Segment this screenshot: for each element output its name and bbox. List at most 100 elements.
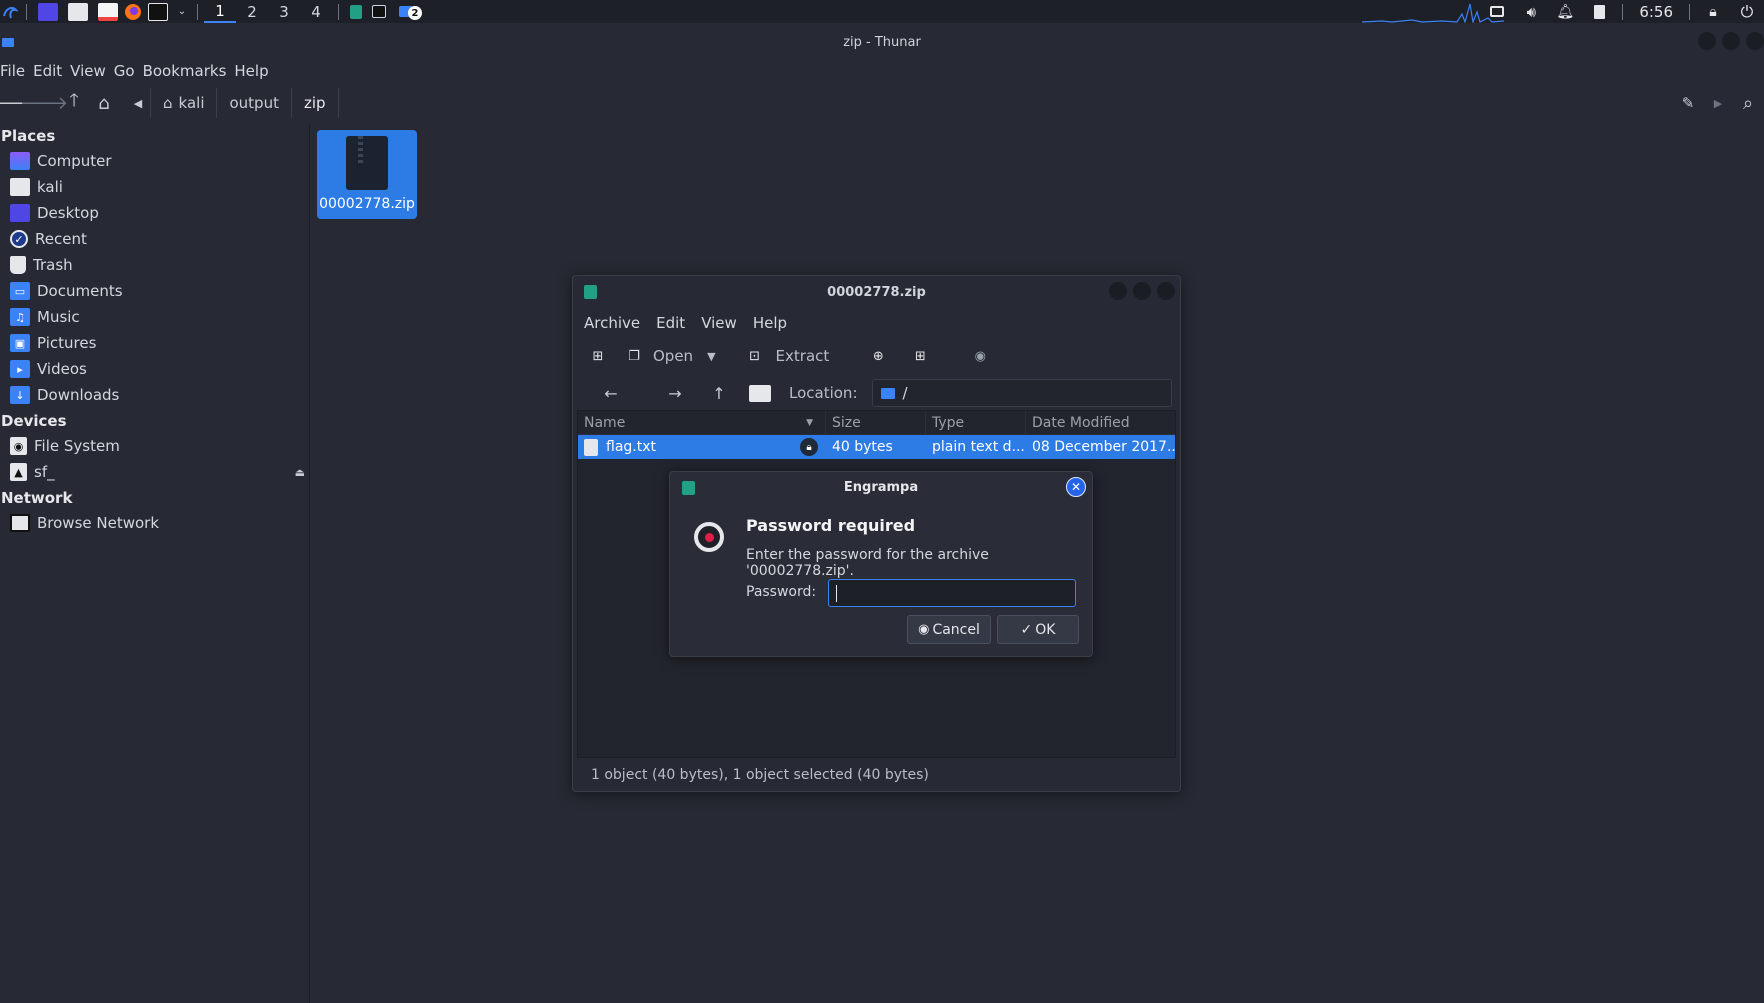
text-editor-launcher-icon[interactable] [93, 0, 123, 23]
kali-menu-icon[interactable] [0, 0, 20, 23]
sidebar-item-videos[interactable]: ▸ Videos [0, 356, 309, 382]
show-desktop-icon[interactable] [33, 0, 63, 23]
up-arrow-icon[interactable]: ↑ [699, 378, 739, 408]
power-manager-icon[interactable] [1582, 0, 1616, 23]
notification-bell-icon[interactable]: 🔔︎ [1548, 0, 1582, 23]
breadcrumb-kali[interactable]: ⌂ kali [150, 88, 216, 118]
workspace-2[interactable]: 2 [236, 0, 268, 23]
row-name-cell: flag.txt 🔒︎ [578, 435, 826, 459]
terminal-launcher-icon[interactable] [143, 0, 173, 23]
menu-bookmarks[interactable]: Bookmarks [143, 62, 235, 80]
menu-edit[interactable]: Edit [656, 314, 685, 332]
dialog-message: Enter the password for the archive '0000… [746, 547, 989, 579]
sidebar-item-file-system[interactable]: ◉ File System [0, 433, 309, 459]
taskbar-window-count-badge: 2 [408, 6, 422, 20]
edit-location-pencil-icon[interactable]: ✎ [1674, 89, 1702, 117]
up-arrow-icon[interactable]: 🡑 [60, 89, 88, 117]
sidebar-item-computer[interactable]: Computer [0, 148, 309, 174]
menu-edit[interactable]: Edit [33, 62, 70, 80]
taskbar-thunar-icon[interactable]: 2 [391, 0, 422, 23]
taskbar-terminal-icon[interactable] [367, 0, 391, 23]
password-lock-icon [694, 522, 724, 552]
add-folder-button[interactable]: ⊞ [909, 341, 931, 371]
forward-arrow-icon[interactable]: → [655, 378, 695, 408]
taskbar-engrampa-icon[interactable] [345, 0, 367, 23]
add-file-icon: ⊕ [872, 348, 884, 364]
close-button[interactable] [1746, 32, 1764, 50]
menu-help[interactable]: Help [234, 62, 276, 80]
launcher-dropdown-icon[interactable]: ⌄ [173, 0, 191, 23]
open-dropdown-button[interactable]: ▼ [707, 341, 715, 371]
sidebar-item-label: Browse Network [37, 514, 160, 532]
new-archive-button[interactable]: ⊞ [587, 341, 609, 371]
column-header-size[interactable]: Size [826, 410, 926, 435]
minimize-button[interactable] [1109, 282, 1127, 300]
workspace-3[interactable]: 3 [268, 0, 300, 23]
network-icon [10, 514, 30, 532]
thunar-titlebar[interactable]: zip - Thunar [0, 23, 1764, 61]
menu-file[interactable]: File [0, 62, 33, 80]
column-header-name[interactable]: Name ▼ [578, 410, 826, 435]
workspace-4[interactable]: 4 [300, 0, 332, 23]
volume-icon[interactable]: 🔊︎ [1514, 0, 1548, 23]
open-button[interactable]: ❐ Open [623, 341, 693, 371]
firefox-launcher-icon[interactable] [123, 0, 143, 23]
extract-button[interactable]: ⊡ Extract [744, 341, 829, 371]
stop-button[interactable]: ◉ [969, 341, 991, 371]
location-field[interactable]: / [871, 379, 1172, 407]
menu-go[interactable]: Go [114, 62, 143, 80]
menu-view[interactable]: View [70, 62, 114, 80]
menu-help[interactable]: Help [753, 314, 787, 332]
breadcrumb-left-chevron-icon[interactable]: ◀ [128, 89, 148, 117]
sidebar-item-sf[interactable]: ▲ sf_ ⏏ [0, 459, 309, 485]
engrampa-window-title: 00002778.zip [827, 284, 926, 300]
breadcrumb-right-chevron-icon[interactable]: ▶ [1704, 89, 1732, 117]
sidebar-item-documents[interactable]: ▭ Documents [0, 278, 309, 304]
menu-archive[interactable]: Archive [584, 314, 640, 332]
menu-view[interactable]: View [701, 314, 737, 332]
display-icon[interactable] [1480, 0, 1514, 23]
file-item-zip[interactable]: 00002778.zip [317, 130, 417, 219]
dialog-titlebar[interactable]: Engrampa ✕ [670, 472, 1092, 502]
checkmark-icon: ✓ [1020, 621, 1033, 638]
close-button[interactable] [1157, 282, 1175, 300]
add-files-button[interactable]: ⊕ [867, 341, 889, 371]
sidebar-item-music[interactable]: ♫ Music [0, 304, 309, 330]
sidebar-item-kali[interactable]: kali [0, 174, 309, 200]
back-arrow-icon[interactable]: ← [591, 378, 631, 408]
home-icon[interactable]: ⌂ [90, 89, 118, 117]
search-icon[interactable]: ⌕ [1734, 89, 1762, 117]
sidebar-item-downloads[interactable]: ↓ Downloads [0, 382, 309, 408]
row-size: 40 bytes [832, 439, 893, 455]
sidebar-item-label: Documents [37, 282, 123, 300]
password-input[interactable] [828, 579, 1076, 607]
eject-icon[interactable]: ⏏ [295, 466, 305, 479]
cancel-button[interactable]: ◉ Cancel [907, 615, 991, 644]
minimize-button[interactable] [1698, 32, 1716, 50]
dialog-close-icon[interactable]: ✕ [1066, 477, 1086, 497]
sidebar-item-label: File System [34, 437, 120, 455]
sidebar-item-recent[interactable]: ✓ Recent [0, 226, 309, 252]
table-row[interactable]: flag.txt 🔒︎ 40 bytes plain text d... 08 D… [578, 435, 1175, 459]
archive-root-folder-icon[interactable] [749, 384, 771, 402]
workspace-1[interactable]: 1 [204, 0, 236, 23]
logout-icon[interactable]: ⏻ [1730, 0, 1764, 23]
thunar-toolbar: 🡐 🡒 🡑 ⌂ ◀ ⌂ kali output zip ✎ ▶ ⌕ [0, 86, 1764, 120]
home-small-icon: ⌂ [163, 94, 173, 112]
sidebar-item-trash[interactable]: Trash [0, 252, 309, 278]
breadcrumb-output[interactable]: output [216, 88, 290, 118]
column-header-date-modified[interactable]: Date Modified [1026, 411, 1175, 435]
maximize-button[interactable] [1133, 282, 1151, 300]
engrampa-titlebar[interactable]: 00002778.zip [573, 276, 1180, 308]
column-header-type[interactable]: Type [926, 410, 1026, 435]
breadcrumb-zip[interactable]: zip [290, 88, 339, 118]
file-manager-launcher-icon[interactable] [63, 0, 93, 23]
sidebar-item-browse-network[interactable]: Browse Network [0, 510, 309, 536]
sidebar-item-desktop[interactable]: Desktop [0, 200, 309, 226]
lock-screen-icon[interactable]: 🔒︎ [1696, 0, 1730, 23]
ok-button[interactable]: ✓ OK [997, 615, 1079, 644]
clock[interactable]: 6:56 [1629, 3, 1683, 21]
sidebar-item-pictures[interactable]: ▣ Pictures [0, 330, 309, 356]
maximize-button[interactable] [1722, 32, 1740, 50]
forward-arrow-icon[interactable]: 🡒 [20, 89, 68, 117]
